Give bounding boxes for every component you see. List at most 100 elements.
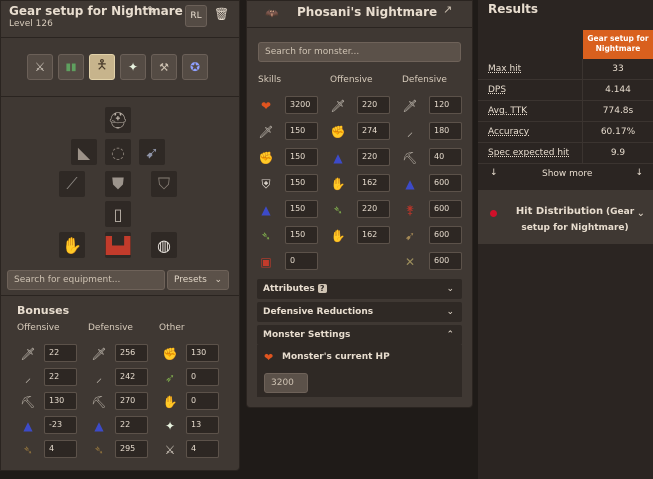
help-icon[interactable]: ? (317, 284, 327, 293)
cape-slot[interactable]: ◣ (71, 139, 97, 165)
defensive-value[interactable]: 600 (429, 226, 462, 244)
legs-slot[interactable]: ▯ (105, 201, 131, 227)
shield-slot[interactable]: ⛉ (151, 171, 177, 197)
results-value: 4.144 (582, 79, 653, 101)
weapon-icon: ⟋ (66, 174, 78, 193)
monster-search-input[interactable]: Search for monster... (258, 42, 461, 62)
equipment-button[interactable]: 🯅 (89, 54, 115, 80)
skill-value[interactable]: 150 (285, 148, 318, 166)
offensive-bonus-value[interactable]: 4 (44, 440, 77, 458)
defensive-bonus-value[interactable]: 22 (115, 416, 148, 434)
defensive-bonus-value[interactable]: 242 (115, 368, 148, 386)
heart-icon: ❤ (264, 351, 274, 364)
offensive-value[interactable]: 220 (357, 96, 390, 114)
amulet-icon: ◌ (111, 142, 125, 162)
equipment-search-input[interactable]: Search for equipment... (7, 270, 165, 290)
light-icon: ⚵ (405, 203, 415, 217)
bonuses-title: Bonuses (17, 304, 70, 317)
offensive-value[interactable]: 220 (357, 148, 390, 166)
skill-value[interactable]: 150 (285, 226, 318, 244)
defensive-reductions-accordion[interactable]: Defensive Reductions ⌄ (257, 302, 462, 322)
buffs-button[interactable]: ⚒ (151, 54, 177, 80)
wizard-hat-icon: ▲ (94, 419, 104, 433)
weapon-slot[interactable]: ⟋ (59, 171, 85, 197)
monster-settings-accordion[interactable]: Monster Settings ⌃ (257, 325, 462, 345)
results-title: Results (488, 2, 539, 16)
skill-value[interactable]: 150 (285, 200, 318, 218)
boots-icon: ▙▟ (105, 235, 131, 255)
show-more-button[interactable]: ↓ Show more ↓ (478, 166, 653, 184)
defensive-value[interactable]: 600 (429, 174, 462, 192)
defensive-value[interactable]: 600 (429, 200, 462, 218)
defensive-bonus-value[interactable]: 256 (115, 344, 148, 362)
results-row: Accuracy 60.17% (478, 121, 653, 143)
hit-distribution-section[interactable]: Hit Distribution (Gear setup for Nightma… (478, 190, 653, 244)
ammo-slot[interactable]: ➹ (139, 139, 165, 165)
ranged-strength-icon: ➶ (164, 371, 176, 385)
other-bonus-value[interactable]: 0 (186, 392, 219, 410)
other-bonus-value[interactable]: 13 (186, 416, 219, 434)
strength-icon: ✊ (330, 125, 346, 139)
offensive-bonus-value[interactable]: 22 (44, 344, 77, 362)
skill-value[interactable]: 0 (285, 252, 318, 270)
presets-select[interactable]: Presets ⌄ (167, 270, 229, 290)
skill-value[interactable]: 150 (285, 174, 318, 192)
helmet-icon: ⛑ (107, 110, 129, 130)
results-column-header[interactable]: Gear setup for Nightmare (583, 30, 653, 59)
prayer-icon: ✦ (164, 419, 176, 433)
neck-slot[interactable]: ◌ (105, 139, 131, 165)
spells-button[interactable]: ✪ (182, 54, 208, 80)
defensive-value[interactable]: 600 (429, 252, 462, 270)
results-row: DPS 4.144 (478, 79, 653, 101)
bow-icon: ➴ (93, 443, 105, 457)
defensive-bonus-value[interactable]: 270 (115, 392, 148, 410)
ring-slot[interactable]: ◍ (151, 232, 177, 258)
setup-title[interactable]: Gear setup for Nightmare (9, 4, 183, 18)
skill-value[interactable]: 150 (285, 122, 318, 140)
results-table: Max hit 33 DPS 4.144 Avg. TTK 774.8s Accuracy 6… (478, 59, 653, 164)
current-hp-label: Monster's current HP (282, 352, 390, 362)
attributes-accordion[interactable]: Attributes ? ⌄ (257, 279, 462, 299)
heavy-icon: ✕ (404, 255, 416, 269)
skill-value[interactable]: 3200 (285, 96, 318, 114)
current-hp-input[interactable]: 3200 (264, 373, 308, 393)
cape-icon: ◣ (77, 142, 91, 162)
reset-button[interactable]: RL (185, 5, 207, 27)
edit-icon[interactable]: ✎ (147, 4, 156, 17)
strength-icon: ✊ (258, 151, 274, 165)
hands-slot[interactable]: ✋ (59, 232, 85, 258)
divider (1, 96, 239, 97)
ranged-strength-icon: ✋ (330, 229, 346, 243)
trash-icon[interactable]: 🗑 (214, 7, 229, 21)
offensive-value[interactable]: 162 (357, 226, 390, 244)
offensive-bonus-value[interactable]: 22 (44, 368, 77, 386)
other-bonus-value[interactable]: 130 (186, 344, 219, 362)
prayer-button[interactable]: ✦ (120, 54, 146, 80)
offensive-value[interactable]: 220 (357, 200, 390, 218)
head-slot[interactable]: ⛑ (105, 107, 131, 133)
crush-icon: ⛏ (402, 151, 418, 165)
hit-distribution-label: Hit Distribution (515, 206, 604, 217)
defensive-value[interactable]: 120 (429, 96, 462, 114)
defensive-value[interactable]: 40 (429, 148, 462, 166)
offensive-bonus-value[interactable]: 130 (44, 392, 77, 410)
other-bonus-value[interactable]: 0 (186, 368, 219, 386)
offensive-value[interactable]: 274 (357, 122, 390, 140)
defensive-value[interactable]: 180 (429, 122, 462, 140)
feet-slot[interactable]: ▙▟ (105, 232, 131, 258)
offensive-bonus-value[interactable]: -23 (44, 416, 77, 434)
other-bonus-value[interactable]: 4 (186, 440, 219, 458)
defensive-bonus-value[interactable]: 295 (115, 440, 148, 458)
body-slot[interactable]: ⛊ (105, 171, 131, 197)
results-label: Spec expected hit (478, 142, 583, 164)
external-link-icon[interactable]: ↗ (443, 3, 452, 16)
crossed-swords-icon: ⚔ (34, 60, 46, 74)
results-value: 60.17% (582, 121, 653, 143)
ranged-icon: ➴ (260, 229, 272, 243)
offensive-value[interactable]: 162 (357, 174, 390, 192)
stats-button[interactable]: ▮▮ (58, 54, 84, 80)
fist-icon: ✊ (162, 347, 178, 361)
bow-icon: ➴ (22, 443, 34, 457)
combat-style-button[interactable]: ⚔ (27, 54, 53, 80)
results-label: Max hit (478, 59, 583, 80)
